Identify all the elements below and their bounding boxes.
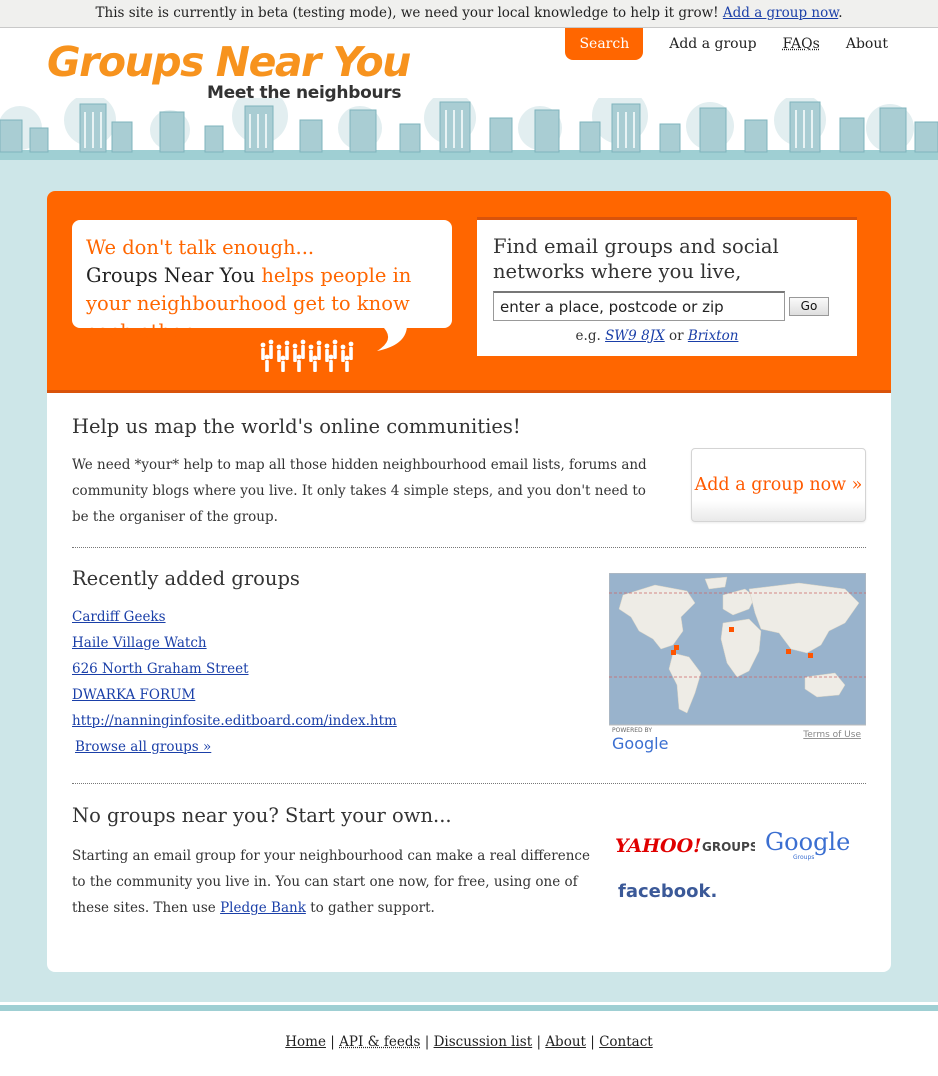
yahoo-wordmark: YAHOO! (615, 835, 701, 857)
footer-home-link[interactable]: Home (285, 1034, 326, 1050)
go-button[interactable]: Go (789, 296, 829, 316)
recent-group-link[interactable]: Cardiff Geeks (72, 609, 166, 625)
beta-add-group-link[interactable]: Add a group now (723, 5, 838, 21)
yahoo-groups-word: GROUPS (702, 840, 755, 854)
skyline-illustration (0, 98, 938, 160)
site-header: Groups Near You Meet the neighbours Sear… (0, 28, 938, 160)
recent-groups-section: Recently added groups Cardiff Geeks Hail… (72, 567, 866, 760)
nav-add-group[interactable]: Add a group (669, 36, 756, 52)
help-section: Help us map the world's online communiti… (72, 415, 866, 525)
own-text-after: to gather support. (310, 900, 435, 916)
footer-contact-link[interactable]: Contact (599, 1034, 653, 1050)
beta-notice-text: This site is currently in beta (testing … (95, 5, 719, 21)
search-row: Go (493, 291, 841, 321)
start-your-own-section: No groups near you? Start your own... St… (72, 804, 866, 921)
footer-api-link[interactable]: API & feeds (339, 1034, 420, 1050)
browse-all-groups-link[interactable]: Browse all groups » (75, 734, 211, 760)
recent-group-link[interactable]: 626 North Graham Street (72, 661, 249, 677)
map-terms-link: Terms of Use (802, 730, 861, 740)
find-heading: Find email groups and social networks wh… (493, 235, 779, 283)
facebook-wordmark: facebook. (618, 881, 717, 902)
hero-brand: Groups Near You (86, 264, 256, 287)
site-footer: Home | API & feeds | Discussion list | A… (0, 1002, 938, 1076)
facebook-logo[interactable]: facebook. (618, 878, 718, 904)
eg-prefix: e.g. (575, 328, 601, 344)
hero-banner: We don't talk enough... Groups Near You … (47, 191, 891, 393)
hero-line1: We don't talk enough... (86, 236, 315, 259)
footer-links: Home | API & feeds | Discussion list | A… (285, 1034, 653, 1050)
map-powered-by: POWERED BY (612, 727, 652, 734)
yahoo-groups-logo[interactable]: YAHOO! GROUPS (615, 832, 755, 858)
recent-group-link[interactable]: Haile Village Watch (72, 635, 207, 651)
site-logo[interactable]: Groups Near You (47, 38, 411, 86)
section-divider (72, 783, 866, 784)
content-panel: We don't talk enough... Groups Near You … (47, 191, 891, 972)
nav-search[interactable]: Search (565, 28, 644, 60)
pledge-bank-link[interactable]: Pledge Bank (220, 900, 306, 916)
main-background: We don't talk enough... Groups Near You … (0, 160, 938, 1002)
find-groups-box: Find email groups and social networks wh… (477, 217, 857, 356)
google-groups-word: Groups (793, 854, 814, 861)
map-google-logo: Google (612, 734, 668, 753)
footer-bar (0, 1005, 938, 1011)
recent-group-link[interactable]: DWARKA FORUM (72, 687, 195, 703)
eg-or: or (668, 328, 684, 344)
place-search-input[interactable] (493, 291, 785, 321)
footer-about-link[interactable]: About (545, 1034, 586, 1050)
own-text: Starting an email group for your neighbo… (72, 843, 592, 921)
beta-notice-end: . (838, 5, 843, 21)
example-link-sw9[interactable]: SW9 8JX (605, 328, 665, 344)
beta-notice-bar: This site is currently in beta (testing … (0, 0, 938, 28)
crowd-illustration (260, 339, 354, 372)
nav-faqs[interactable]: FAQs (783, 36, 820, 52)
speech-bubble: We don't talk enough... Groups Near You … (72, 220, 452, 343)
own-heading: No groups near you? Start your own... (72, 804, 452, 827)
world-map[interactable]: POWERED BY Google Terms of Use (609, 573, 866, 758)
example-link-brixton[interactable]: Brixton (688, 328, 739, 344)
add-group-now-button[interactable]: Add a group now » (691, 448, 866, 522)
nav-about[interactable]: About (846, 36, 888, 52)
recent-group-link[interactable]: http://nanninginfosite.editboard.com/ind… (72, 713, 397, 729)
search-examples: e.g. SW9 8JX or Brixton (493, 328, 841, 344)
google-wordmark: Google (765, 828, 850, 856)
main-nav: Search Add a group FAQs About (565, 28, 888, 60)
google-groups-logo[interactable]: Google Groups (765, 828, 855, 862)
section-divider (72, 547, 866, 548)
help-text: We need *your* help to map all those hid… (72, 457, 647, 525)
speech-bubble-tail (347, 325, 407, 351)
footer-discussion-link[interactable]: Discussion list (434, 1034, 533, 1050)
help-heading: Help us map the world's online communiti… (72, 415, 521, 438)
